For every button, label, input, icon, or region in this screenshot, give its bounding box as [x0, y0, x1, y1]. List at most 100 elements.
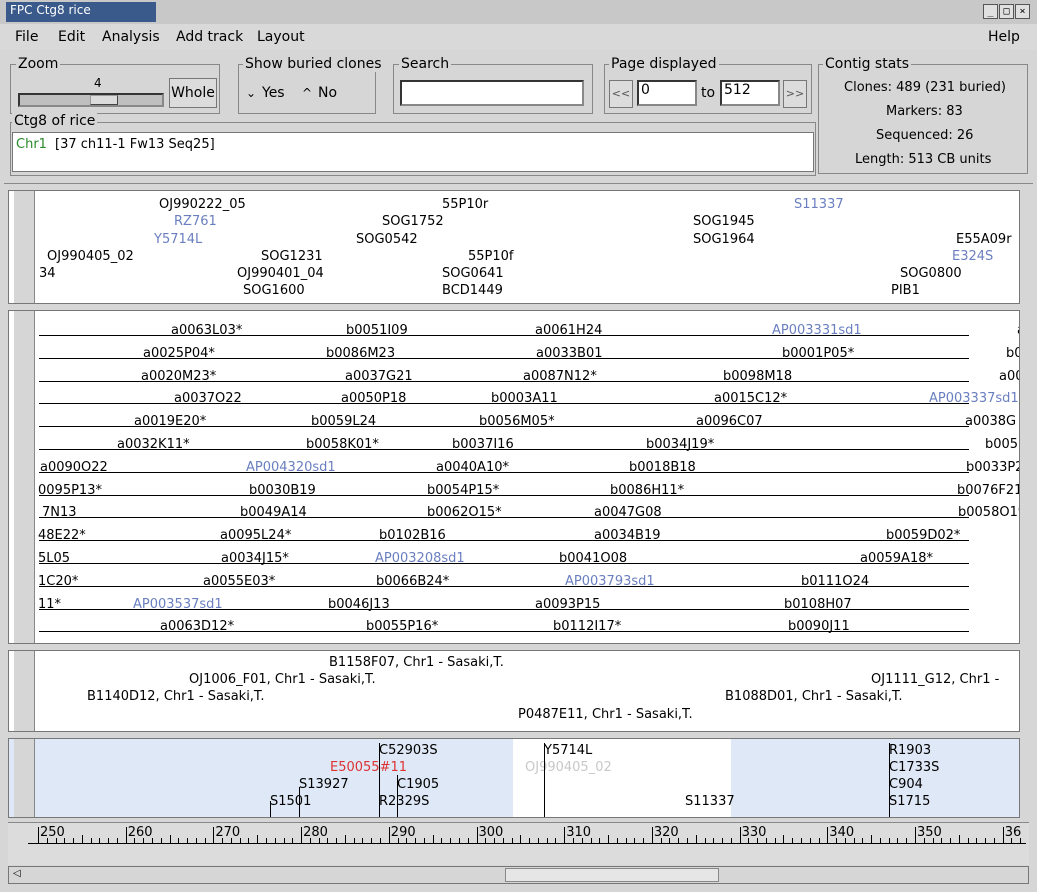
stats-markers: Markers: 83	[886, 104, 963, 119]
clone-track-scrollbar[interactable]	[14, 311, 35, 643]
menu-edit[interactable]: Edit	[58, 29, 85, 45]
menu-file[interactable]: File	[15, 29, 38, 45]
ruler-major-tick	[827, 827, 829, 843]
no-radio-icon[interactable]: ^	[302, 86, 312, 100]
clone-line	[39, 631, 969, 633]
ruler-label: 36	[1004, 825, 1022, 840]
prev-page-button[interactable]: <<	[609, 80, 633, 108]
zoom-slider-handle[interactable]	[90, 95, 118, 105]
next-page-button[interactable]: >>	[783, 80, 807, 108]
sequence-track-scrollbar[interactable]	[14, 739, 35, 817]
ruler-label: 310	[566, 825, 592, 840]
ruler-label: 340	[829, 825, 855, 840]
menu-analysis[interactable]: Analysis	[102, 29, 160, 45]
ruler-minor-tick	[695, 835, 697, 843]
ruler-label: 270	[215, 825, 241, 840]
marker-label: SOG1964	[693, 232, 755, 247]
clone-line	[39, 357, 969, 359]
ruler-major-tick	[564, 827, 566, 843]
minimize-button[interactable]: _	[983, 4, 998, 19]
horizontal-scrollbar[interactable]: ◁	[8, 866, 1029, 884]
sequence-tick	[270, 801, 271, 817]
marker-label: SOG0641	[442, 266, 504, 281]
zoom-label: Zoom	[16, 56, 61, 72]
remark-label: P0487E11, Chr1 - Sasaki,T.	[518, 707, 693, 722]
sequence-tick	[299, 787, 300, 817]
ruler-minor-tick	[871, 835, 873, 843]
ruler-minor-tick	[783, 835, 785, 843]
marker-label: 55P10r	[442, 197, 489, 212]
marker-label: OJ990222_05	[159, 197, 246, 212]
buried-yes-label[interactable]: Yes	[262, 85, 285, 101]
page-from-input[interactable]: 0	[637, 80, 697, 106]
ruler-major-tick	[38, 827, 39, 843]
clone-line	[39, 426, 969, 428]
ruler-minor-tick	[608, 835, 610, 843]
ruler-minor-tick	[432, 835, 434, 843]
divider	[4, 183, 1033, 184]
title-bar: FPC Ctg8 rice _ □ ×	[0, 0, 1037, 24]
ruler-major-tick	[301, 827, 303, 843]
menu-help[interactable]: Help	[988, 29, 1020, 45]
close-button[interactable]: ×	[1015, 4, 1030, 19]
ruler-major-tick	[1002, 827, 1004, 843]
menu-bar: File Edit Analysis Add track Layout Help	[0, 24, 1037, 50]
maximize-button[interactable]: □	[999, 4, 1014, 19]
marker-label: OJ990405_02	[47, 249, 134, 264]
zoom-slider[interactable]	[18, 93, 164, 107]
sequence-tick	[889, 743, 890, 817]
clone-label: b0033P24*	[966, 459, 1019, 475]
sequence-tick	[379, 743, 380, 817]
marker-label: 34	[39, 266, 56, 281]
scroll-thumb[interactable]	[505, 868, 719, 882]
yes-radio-icon[interactable]: ⌄	[246, 86, 256, 100]
scroll-left-icon[interactable]: ◁	[13, 868, 21, 879]
sequence-marker: E50055#11	[330, 760, 408, 775]
clone-label: b005	[985, 437, 1019, 452]
clone-line	[39, 563, 969, 564]
marker-label: Y5714L	[154, 232, 203, 247]
sequence-marker: Y5714L	[544, 743, 593, 758]
ruler-major-tick	[476, 827, 478, 843]
remark-track: B1158F07, Chr1 - Sasaki,T. OJ1006_F01, Ch…	[8, 650, 1020, 732]
clone-line	[39, 517, 969, 519]
sequence-marker: C904	[889, 777, 923, 792]
menu-layout[interactable]: Layout	[257, 29, 305, 45]
marker-label: 55P10f	[468, 249, 514, 264]
marker-label: SOG1600	[243, 283, 305, 298]
ruler-minor-tick	[169, 835, 171, 843]
remark-track-scrollbar[interactable]	[14, 651, 35, 731]
sequence-track: C52903S Y5714L R1903 E50055#11 OJ990405_02 C1…	[8, 738, 1020, 818]
contig-desc: [37 ch11-1 Fw13 Seq25]	[55, 137, 215, 152]
ruler-label: 250	[40, 825, 65, 840]
page-to-input[interactable]: 512	[720, 80, 780, 106]
remark-label: B1158F07, Chr1 - Sasaki,T.	[329, 655, 504, 670]
stats-length: Length: 513 CB units	[855, 152, 992, 167]
clone-line	[39, 540, 969, 542]
clone-line	[39, 585, 969, 587]
remark-label: B1140D12, Chr1 - Sasaki,T.	[87, 689, 265, 704]
sequence-tick	[397, 775, 398, 817]
ruler-major-tick	[125, 827, 127, 843]
stats-clones: Clones: 489 (231 buried)	[844, 80, 1006, 95]
ruler-major-tick	[213, 827, 215, 843]
whole-button[interactable]: Whole	[169, 78, 217, 108]
marker-label: S11337	[794, 197, 844, 212]
search-input[interactable]	[400, 80, 584, 106]
clone-line	[39, 380, 969, 382]
remark-label: B1088D01, Chr1 - Sasaki,T.	[725, 689, 903, 704]
buried-no-label[interactable]: No	[318, 85, 337, 101]
marker-label: SOG1752	[382, 214, 444, 229]
ruler-minor-tick	[81, 835, 83, 843]
sequence-marker: R2329S	[379, 794, 430, 809]
menu-add-track[interactable]: Add track	[176, 29, 243, 45]
zoom-value: 4	[94, 76, 102, 90]
contig-chr: Chr1	[16, 137, 47, 152]
remark-label: OJ1111_G12, Chr1 -	[871, 672, 1000, 687]
ruler-label: 320	[653, 825, 679, 840]
marker-track-scrollbar[interactable]	[14, 191, 35, 303]
ruler-minor-tick	[958, 835, 960, 843]
marker-label: OJ990401_04	[237, 266, 324, 281]
ruler-label: 300	[478, 825, 504, 840]
marker-label: PIB1	[891, 283, 920, 298]
